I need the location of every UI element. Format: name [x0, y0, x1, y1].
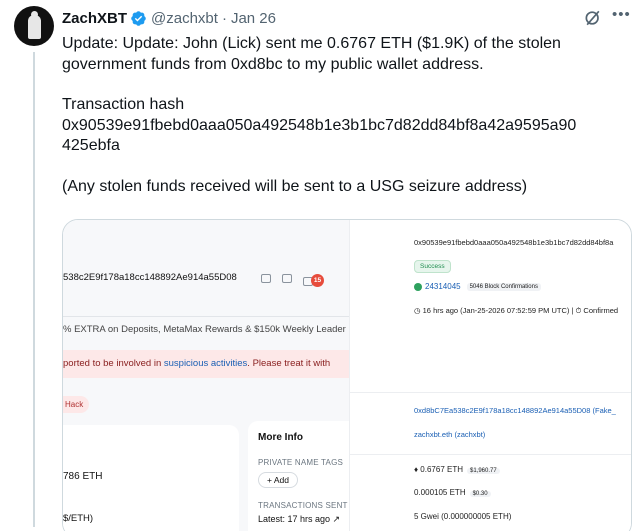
- divider: [350, 392, 631, 393]
- status-badge: Success: [414, 260, 451, 273]
- tx-sent-latest: Latest: 17 hrs ago ↗: [258, 514, 341, 524]
- notification-badge: 15: [311, 274, 324, 287]
- post-header: ZachXBT @zachxbt · Jan 26: [62, 8, 276, 28]
- more-info-card: More Info PRIVATE NAME TAGS + Add TRANSA…: [248, 421, 349, 531]
- fee-usd: $0.30: [469, 491, 491, 497]
- warning-banner: ported to be involved in suspicious acti…: [63, 350, 349, 378]
- eth-value: $/ETH): [63, 513, 94, 524]
- post-line-2: government funds from 0xd8bc to my publi…: [62, 55, 484, 73]
- fee-eth: 0.000105 ETH: [414, 488, 466, 497]
- timestamp: 16 hrs ago (Jan-25-2026 07:52:59 PM UTC)…: [422, 306, 619, 315]
- qr-icon: [282, 274, 292, 283]
- eth-balance: 786 ETH: [63, 471, 103, 482]
- to-address: 0xd8bC7Ea538c2E9f178a18cc148892Ae914a55D…: [414, 406, 616, 415]
- hack-tag: Hack: [63, 396, 90, 413]
- value-usd: $1,960.77: [467, 468, 500, 474]
- post-footnote: (Any stolen funds received will be sent …: [62, 177, 528, 195]
- warning-text-post: . Please treat it with: [247, 358, 331, 369]
- add-tag-button: + Add: [258, 472, 298, 488]
- post-text: Update: Update: John (Lick) sent me 0.67…: [62, 34, 622, 197]
- value-eth: ♦ 0.6767 ETH: [414, 465, 463, 474]
- value-row: ♦ 0.6767 ETH $1,960.77: [414, 465, 500, 474]
- post-date[interactable]: Jan 26: [231, 10, 276, 27]
- gas-price: 5 Gwei (0.000000005 ETH): [414, 512, 512, 521]
- hash-value-line-1: 0x90539e91fbebd0aaa050a492548b1e3b1bc7d8…: [62, 116, 577, 134]
- hash-label: Transaction hash: [62, 96, 185, 113]
- hash-value-line-2: 425ebfa: [62, 137, 120, 154]
- wallet-address: 538c2E9f178a18cc148892Ae914a55D08: [63, 272, 237, 283]
- timestamp-row: ◷ 16 hrs ago (Jan-25-2026 07:52:59 PM UT…: [414, 306, 618, 316]
- warning-link: suspicious activities: [163, 358, 248, 369]
- more-info-title: More Info: [258, 432, 303, 443]
- tx-sent-label: TRANSACTIONS SENT: [258, 501, 348, 510]
- avatar[interactable]: [14, 6, 54, 46]
- confirmations-badge: 5046 Block Confirmations: [466, 282, 541, 291]
- warning-text-pre: ported to be involved in: [63, 358, 164, 369]
- ens-name: zachxbt.eth (zachxbt): [414, 430, 486, 439]
- promo-banner: % EXTRA on Deposits, MetaMax Rewards & $…: [63, 324, 346, 335]
- media-image-left[interactable]: 538c2E9f178a18cc148892Ae914a55D08 15 % E…: [63, 220, 349, 531]
- grok-icon[interactable]: [583, 8, 603, 28]
- copy-icon: [261, 274, 271, 283]
- block-number: 24314045: [425, 282, 461, 291]
- post-line-1: Update: Update: John (Lick) sent me 0.67…: [62, 35, 561, 52]
- more-icon[interactable]: •••: [612, 7, 632, 28]
- divider: [350, 454, 631, 455]
- author-handle[interactable]: @zachxbt: [151, 10, 218, 27]
- check-icon: [414, 282, 422, 291]
- tx-hash: 0x90539e91fbebd0aaa050a492548b1e3b1bc7d8…: [414, 238, 614, 247]
- author-name[interactable]: ZachXBT: [62, 10, 127, 27]
- block-row: 24314045 5046 Block Confirmations: [414, 282, 541, 291]
- divider: [63, 316, 349, 317]
- private-tags-label: PRIVATE NAME TAGS: [258, 458, 344, 467]
- fee-row: 0.000105 ETH $0.30: [414, 488, 491, 497]
- media-image-right[interactable]: 0x90539e91fbebd0aaa050a492548b1e3b1bc7d8…: [349, 220, 631, 531]
- separator-dot: ·: [221, 9, 227, 27]
- post-media[interactable]: 538c2E9f178a18cc148892Ae914a55D08 15 % E…: [62, 219, 632, 531]
- verified-badge-icon: [131, 10, 146, 26]
- thread-line: [33, 52, 35, 527]
- clock-icon: ◷: [414, 306, 423, 315]
